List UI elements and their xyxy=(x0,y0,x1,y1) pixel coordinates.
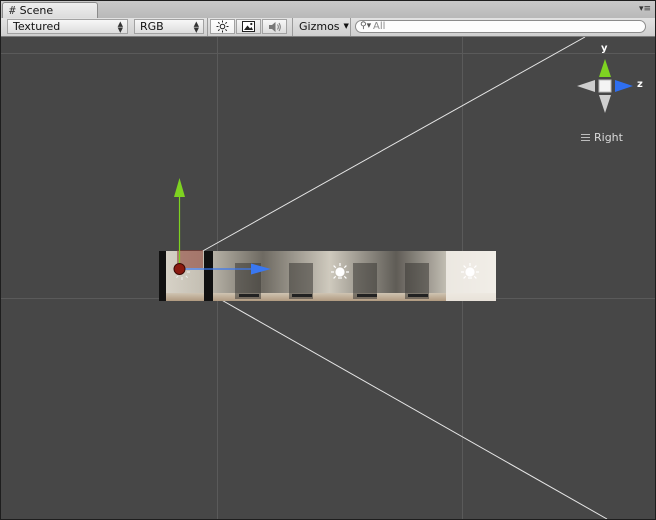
scene-window: # Scene ▾≡ Textured ▲ ▼ RGB ▲ ▼ Gizmos ▼… xyxy=(0,0,656,520)
image-toggle-button[interactable] xyxy=(236,19,261,34)
gizmo-center-cube[interactable] xyxy=(598,79,612,93)
search-icon: ⚲▾ xyxy=(360,21,372,31)
gizmo-y-label: y xyxy=(601,43,608,54)
y-axis-arrow-icon[interactable] xyxy=(174,178,185,197)
hash-grid-icon: # xyxy=(9,4,16,17)
tab-scene[interactable]: # Scene xyxy=(2,2,98,18)
image-icon xyxy=(242,21,255,32)
view-orientation-label[interactable]: Right xyxy=(581,131,623,144)
room-geometry xyxy=(159,251,496,301)
orthographic-icon xyxy=(581,132,590,143)
render-mode-value: Textured xyxy=(13,20,61,33)
selected-object-marker[interactable] xyxy=(173,263,186,275)
speaker-icon xyxy=(268,21,281,32)
toolbar-separator xyxy=(207,18,208,36)
dropdown-arrows-icon: ▲ ▼ xyxy=(117,20,123,34)
render-mode-dropdown[interactable]: Textured ▲ ▼ xyxy=(7,19,128,34)
tab-scene-label: Scene xyxy=(19,4,54,17)
audio-toggle-button[interactable] xyxy=(262,19,287,34)
gizmos-label: Gizmos xyxy=(299,20,340,33)
gizmo-y-cone-icon[interactable] xyxy=(599,59,611,77)
gizmo-neg-z-cone-icon[interactable] xyxy=(577,80,595,92)
search-placeholder: All xyxy=(373,21,386,32)
toolbar-separator xyxy=(350,18,351,36)
color-mode-dropdown[interactable]: RGB ▲ ▼ xyxy=(134,19,204,34)
tab-bar: # Scene ▾≡ xyxy=(1,1,655,19)
gizmo-z-cone-icon[interactable] xyxy=(615,80,633,92)
toolbar-separator xyxy=(292,18,293,36)
gizmos-dropdown[interactable]: Gizmos ▼ xyxy=(299,19,349,34)
caret-down-icon: ▼ xyxy=(343,22,349,30)
lighting-toggle-button[interactable] xyxy=(210,19,235,34)
scene-viewport[interactable]: y z Right xyxy=(1,37,655,519)
search-input[interactable]: ⚲▾ All xyxy=(355,20,646,33)
panel-menu-icon[interactable]: ▾≡ xyxy=(639,3,651,16)
dropdown-arrows-icon: ▲ ▼ xyxy=(193,20,199,34)
gizmo-z-label: z xyxy=(637,79,643,90)
color-mode-value: RGB xyxy=(140,20,164,33)
gizmo-neg-y-cone-icon[interactable] xyxy=(599,95,611,113)
sun-icon xyxy=(216,20,229,33)
scene-canvas xyxy=(1,37,655,519)
orientation-gizmo[interactable] xyxy=(577,59,633,113)
scene-toolbar: Textured ▲ ▼ RGB ▲ ▼ Gizmos ▼ ⚲▾ All xyxy=(1,18,655,37)
view-name: Right xyxy=(594,131,623,144)
